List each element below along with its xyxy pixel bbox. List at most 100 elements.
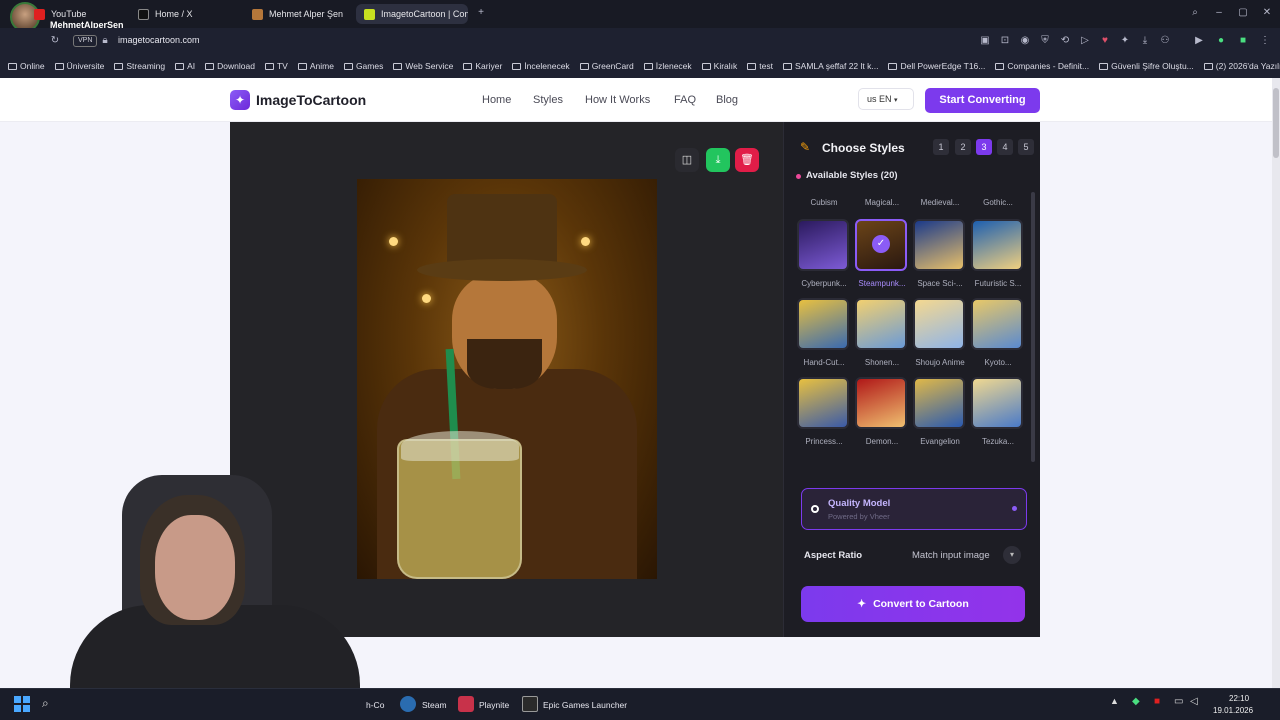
page-3-button[interactable]: 3	[976, 139, 992, 155]
network-icon[interactable]: ▭	[1174, 696, 1190, 712]
search-icon[interactable]: ⌕	[1188, 6, 1202, 20]
style-label[interactable]: Medieval...	[913, 198, 967, 207]
minimize-icon[interactable]: –	[1212, 6, 1226, 20]
bookmark-item[interactable]: Güvenli Şifre Oluştu...	[1099, 61, 1194, 71]
nav-styles[interactable]: Styles	[533, 94, 563, 106]
site-logo[interactable]: ✦ ImageToCartoon	[230, 90, 366, 110]
camera-icon[interactable]: ◉	[1018, 34, 1032, 48]
extension-icon-1[interactable]: ▣	[978, 34, 992, 48]
tab-mehmet[interactable]: Mehmet Alper Şen	[244, 4, 354, 24]
style-option[interactable]: Cyberpunk...	[797, 219, 851, 288]
style-option[interactable]: Futuristic S...	[971, 219, 1025, 288]
style-option[interactable]: Demon...	[855, 377, 909, 446]
nav-how-it-works[interactable]: How It Works	[585, 94, 650, 106]
chevron-up-icon[interactable]: ▲	[1110, 696, 1126, 712]
bookmark-item[interactable]: (2) 2026'da Yazılımcı...	[1203, 61, 1280, 71]
sidebar-icon-1[interactable]: ▶	[1192, 34, 1206, 48]
vpn-badge[interactable]: VPN	[73, 35, 98, 47]
tab-x[interactable]: Home / X	[130, 4, 240, 24]
page-5-button[interactable]: 5	[1018, 139, 1034, 155]
style-option[interactable]: Kyoto...	[971, 298, 1025, 367]
bookmark-item[interactable]: Games	[343, 61, 383, 71]
bookmark-item[interactable]: Anime	[297, 61, 334, 71]
convert-to-cartoon-button[interactable]: ✦ Convert to Cartoon	[801, 586, 1025, 622]
style-option[interactable]: Princess...	[797, 377, 851, 446]
clock-date[interactable]: 19.01.2026	[1213, 706, 1253, 715]
heart-icon[interactable]: ♥	[1098, 34, 1112, 48]
bookmark-item[interactable]: Kariyer	[463, 61, 502, 71]
sidebar-icon-3[interactable]: ■	[1236, 34, 1250, 48]
bookmark-item[interactable]: GreenCard	[579, 61, 634, 71]
language-selector[interactable]: us EN ▾	[858, 88, 914, 110]
taskbar-steam[interactable]: Steam	[422, 700, 447, 710]
start-converting-button[interactable]: Start Converting	[925, 88, 1040, 113]
steam-icon[interactable]	[400, 696, 416, 712]
style-option[interactable]: ✓ Steampunk...	[855, 219, 909, 288]
maximize-icon[interactable]: ▢	[1236, 6, 1250, 20]
extension-icon-2[interactable]: ⊡	[998, 34, 1012, 48]
menu-icon[interactable]: ⋮	[1258, 34, 1272, 48]
page-1-button[interactable]: 1	[933, 139, 949, 155]
style-option[interactable]: Shoujo Anime	[913, 298, 967, 367]
style-option[interactable]: Shonen...	[855, 298, 909, 367]
style-option[interactable]: Tezuka...	[971, 377, 1025, 446]
url-text[interactable]: imagetocartoon.com	[118, 35, 200, 45]
bookmark-item[interactable]: Streaming	[114, 61, 165, 71]
tray-icon-2[interactable]: ■	[1154, 696, 1170, 712]
aspect-ratio-value[interactable]: Match input image	[912, 550, 990, 561]
download-icon[interactable]: ⤓	[1138, 34, 1152, 48]
reload-icon[interactable]: ↻	[48, 34, 62, 48]
page-2-button[interactable]: 2	[955, 139, 971, 155]
style-scrollbar[interactable]	[1031, 192, 1035, 462]
bookmark-item[interactable]: Companies - Definit...	[995, 61, 1089, 71]
tab-imagetocartoon[interactable]: ImagetoCartoon | Conve	[356, 4, 468, 24]
bookmark-item[interactable]: test	[747, 61, 773, 71]
bookmark-item[interactable]: İzlenecek	[643, 61, 692, 71]
bookmark-item[interactable]: TV	[264, 61, 288, 71]
share-icon[interactable]: ⟲	[1058, 34, 1072, 48]
taskbar-playnite[interactable]: Playnite	[479, 700, 509, 710]
user-icon[interactable]: ⚇	[1158, 34, 1172, 48]
windows-start-icon[interactable]	[14, 696, 30, 712]
taskbar-app[interactable]: h-Co	[366, 700, 384, 710]
epic-games-icon[interactable]	[522, 696, 538, 712]
scroll-thumb[interactable]	[1273, 88, 1279, 158]
bookmark-item[interactable]: Online	[8, 61, 45, 71]
compare-button[interactable]: ◫	[675, 148, 699, 172]
style-option[interactable]: Evangelion	[913, 377, 967, 446]
playnite-icon[interactable]	[458, 696, 474, 712]
page-4-button[interactable]: 4	[997, 139, 1013, 155]
bookmark-item[interactable]: Dell PowerEdge T16...	[888, 61, 985, 71]
puzzle-icon[interactable]: ✦	[1118, 34, 1132, 48]
bookmark-item[interactable]: Download	[205, 61, 255, 71]
style-label[interactable]: Magical...	[855, 198, 909, 207]
download-button[interactable]: ⤓	[706, 148, 730, 172]
page-scrollbar[interactable]	[1272, 78, 1280, 688]
new-tab-icon[interactable]: +	[474, 6, 488, 20]
bookmark-item[interactable]: Web Service	[393, 61, 453, 71]
delete-button[interactable]: 🗑︎	[735, 148, 759, 172]
tray-icon-1[interactable]: ◆	[1132, 696, 1148, 712]
clock-time[interactable]: 22:10	[1229, 694, 1249, 703]
style-option[interactable]: Hand-Cut...	[797, 298, 851, 367]
taskbar-epic[interactable]: Epic Games Launcher	[543, 700, 627, 710]
quality-model-option[interactable]: Quality Model Powered by Vheer	[801, 488, 1027, 530]
bookmark-item[interactable]: Üniversite	[54, 61, 104, 71]
style-label[interactable]: Cubism	[797, 198, 851, 207]
nav-home[interactable]: Home	[482, 94, 511, 106]
search-icon[interactable]: ⌕	[42, 696, 58, 712]
shield-icon[interactable]: ⛨	[1038, 34, 1052, 48]
bookmark-item[interactable]: İncelenecek	[512, 61, 570, 71]
play-icon[interactable]: ▷	[1078, 34, 1092, 48]
tab-youtube[interactable]: YouTube	[26, 4, 126, 24]
style-label[interactable]: Gothic...	[971, 198, 1025, 207]
bookmark-item[interactable]: Kiralık	[701, 61, 737, 71]
bookmark-item[interactable]: SAMLA şeffaf 22 lt k...	[783, 61, 878, 71]
bookmark-item[interactable]: AI	[175, 61, 195, 71]
sidebar-icon-2[interactable]: ●	[1214, 34, 1228, 48]
close-icon[interactable]: ✕	[1260, 6, 1274, 20]
style-option[interactable]: Space Sci-...	[913, 219, 967, 288]
nav-blog[interactable]: Blog	[716, 94, 738, 106]
volume-icon[interactable]: ◁	[1190, 696, 1206, 712]
chevron-down-icon[interactable]: ▾	[1003, 546, 1021, 564]
